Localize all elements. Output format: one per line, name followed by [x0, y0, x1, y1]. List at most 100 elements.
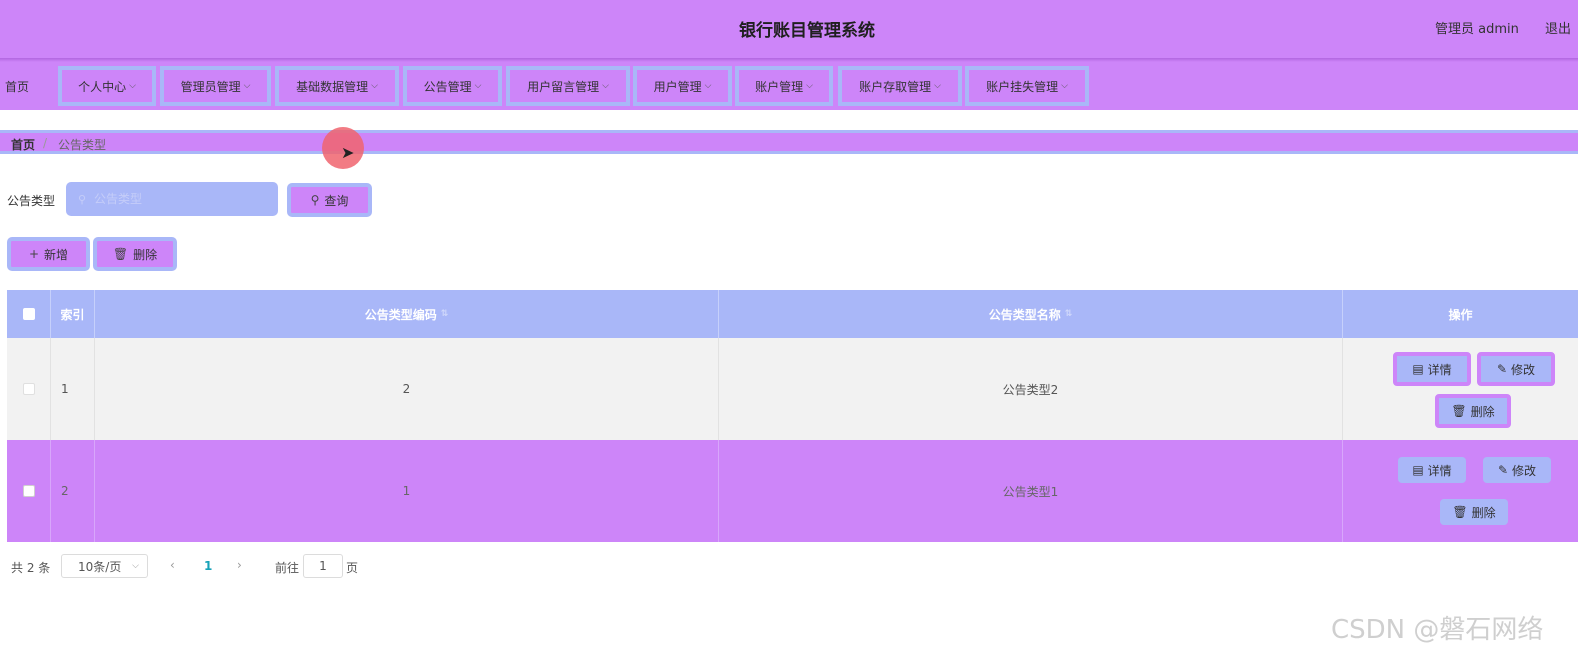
name-cell: 公告类型1: [719, 440, 1343, 542]
row-select-cell: [7, 338, 51, 440]
query-button-label: 查询: [324, 193, 349, 208]
nav-item-message-management[interactable]: 用户留言管理 ⌵: [506, 66, 630, 106]
chevron-down-icon: ⌵: [1061, 81, 1068, 91]
detail-button-label: 详情: [1427, 362, 1452, 377]
delete-button-label: 删除: [133, 247, 158, 262]
app-title: 银行账目管理系统: [739, 21, 875, 41]
column-header-label: 公告类型编码: [364, 307, 437, 322]
nav-item-label: 账户存取管理: [859, 79, 932, 94]
name-cell: 公告类型2: [719, 338, 1343, 440]
column-header-label: 操作: [1448, 307, 1473, 322]
logout-link[interactable]: 退出: [1545, 18, 1571, 37]
nav-item-user-management[interactable]: 用户管理 ⌵: [633, 66, 732, 106]
column-header-index: 索引: [51, 290, 95, 338]
chevron-down-icon: ⌵: [806, 81, 813, 91]
breadcrumb-separator: /: [43, 136, 48, 150]
search-field-icon: ⚲: [78, 193, 87, 206]
delete-button[interactable]: 🗑 删除: [1440, 499, 1508, 525]
column-header-name[interactable]: 公告类型名称 ⇅: [719, 290, 1343, 338]
delete-button[interactable]: 🗑 删除: [1435, 394, 1511, 428]
chevron-down-icon: ⌵: [474, 81, 482, 91]
detail-button[interactable]: ▤ 详情: [1398, 457, 1466, 483]
actions-cell: ▤ 详情 ✎ 修改 🗑 删除: [1343, 440, 1578, 542]
index-cell: 1: [51, 338, 95, 440]
page-size-select[interactable]: 10条/页 ⌵: [61, 554, 148, 578]
add-button[interactable]: + 新增: [7, 237, 90, 271]
trash-icon: 🗑: [1451, 404, 1467, 418]
table-row: 1 2 公告类型2 ▤ 详情 ✎ 修改 🗑 删除: [7, 338, 1578, 440]
main-nav: 首页 个人中心 ⌵ 管理员管理 ⌵ 基础数据管理 ⌵ 公告管理 ⌵ 用户留言管理 ⌵ 用户…: [0, 62, 1578, 110]
edit-button[interactable]: ✎ 修改: [1483, 457, 1551, 483]
nav-item-base-data-management[interactable]: 基础数据管理 ⌵: [275, 66, 399, 106]
prev-page-icon[interactable]: ‹: [170, 558, 175, 572]
nav-item-label: 个人中心: [78, 79, 127, 94]
chevron-down-icon: ⌵: [129, 81, 136, 91]
breadcrumb: 首页 / 公告类型: [0, 130, 1578, 154]
goto-page-input[interactable]: [303, 554, 343, 578]
row-select-cell: [7, 440, 51, 542]
nav-item-personal-center[interactable]: 个人中心 ⌵: [58, 66, 156, 106]
sort-icon[interactable]: ⇅: [1065, 309, 1073, 319]
nav-item-notice-management[interactable]: 公告管理 ⌵: [403, 66, 502, 106]
goto-label: 前往: [275, 561, 300, 575]
actions-cell: ▤ 详情 ✎ 修改 🗑 删除: [1343, 338, 1578, 440]
chevron-down-icon: ⌵: [934, 81, 941, 91]
query-button[interactable]: ⚲ 查询: [287, 183, 372, 217]
row-checkbox[interactable]: [22, 485, 35, 497]
row-checkbox[interactable]: [22, 383, 35, 395]
nav-item-label: 基础数据管理: [296, 79, 369, 94]
delete-button-label: 删除: [1471, 505, 1496, 520]
edit-button-label: 修改: [1512, 463, 1537, 478]
chevron-down-icon: ⌵: [371, 81, 378, 91]
breadcrumb-home[interactable]: 首页: [11, 136, 35, 153]
edit-button[interactable]: ✎ 修改: [1477, 352, 1555, 386]
column-header-actions: 操作: [1343, 290, 1578, 338]
select-all-checkbox[interactable]: [22, 308, 35, 320]
sort-icon[interactable]: ⇅: [441, 309, 449, 319]
detail-button[interactable]: ▤ 详情: [1393, 352, 1471, 386]
table-header: 索引 公告类型编码 ⇅ 公告类型名称 ⇅ 操作: [7, 290, 1578, 338]
edit-icon: ✎: [1497, 463, 1509, 477]
nav-item-label: 公告管理: [423, 79, 472, 94]
chevron-down-icon: ⌵: [243, 81, 251, 91]
nav-item-label: 账户挂失管理: [986, 79, 1059, 94]
document-icon: ▤: [1412, 463, 1424, 477]
nav-item-label: 账户管理: [755, 79, 804, 94]
breadcrumb-current: 公告类型: [58, 138, 107, 152]
edit-button-label: 修改: [1511, 362, 1536, 377]
current-user: 管理员 admin: [1435, 22, 1519, 37]
pagination: 共 2 条 10条/页 ⌵ ‹ 1 › 前往 页: [0, 552, 700, 580]
nav-item-label: 管理员管理: [180, 79, 241, 94]
trash-icon: 🗑: [1452, 505, 1468, 519]
page-number-current[interactable]: 1: [204, 559, 212, 573]
nav-item-account-management[interactable]: 账户管理 ⌵: [735, 66, 833, 106]
mouse-pointer-icon: ➤: [341, 143, 355, 162]
index-cell: 2: [51, 440, 95, 542]
next-page-icon[interactable]: ›: [237, 558, 242, 572]
detail-button-label: 详情: [1427, 463, 1452, 478]
nav-item-label: 首页: [5, 79, 30, 94]
chevron-down-icon: ⌵: [602, 81, 609, 91]
select-all-cell: [7, 290, 51, 338]
search-icon: ⚲: [310, 193, 320, 207]
edit-icon: ✎: [1496, 362, 1508, 376]
pagination-total: 共 2 条: [11, 561, 51, 575]
search-label: 公告类型: [7, 194, 56, 208]
search-input[interactable]: [66, 182, 278, 216]
nav-item-deposit-management[interactable]: 账户存取管理 ⌵: [838, 66, 962, 106]
nav-item-admin-management[interactable]: 管理员管理 ⌵: [160, 66, 271, 106]
column-header-label: 索引: [60, 307, 85, 322]
trash-icon: 🗑: [112, 247, 129, 261]
nav-item-loss-report-management[interactable]: 账户挂失管理 ⌵: [965, 66, 1089, 106]
column-header-code[interactable]: 公告类型编码 ⇅: [95, 290, 719, 338]
notice-type-table: 索引 公告类型编码 ⇅ 公告类型名称 ⇅ 操作 1 2 公告类型2 ▤ 详情 ✎ 修…: [7, 290, 1578, 544]
top-header: 银行账目管理系统 管理员 admin 退出: [0, 0, 1578, 58]
nav-item-label: 用户管理: [653, 79, 702, 94]
page-unit-label: 页: [346, 561, 359, 575]
delete-button-label: 删除: [1470, 404, 1495, 419]
add-button-label: 新增: [44, 247, 69, 262]
page-size-value: 10条/页: [78, 559, 122, 574]
nav-item-home[interactable]: 首页: [0, 66, 56, 106]
batch-delete-button[interactable]: 🗑 删除: [93, 237, 177, 271]
chevron-down-icon: ⌵: [132, 561, 139, 571]
